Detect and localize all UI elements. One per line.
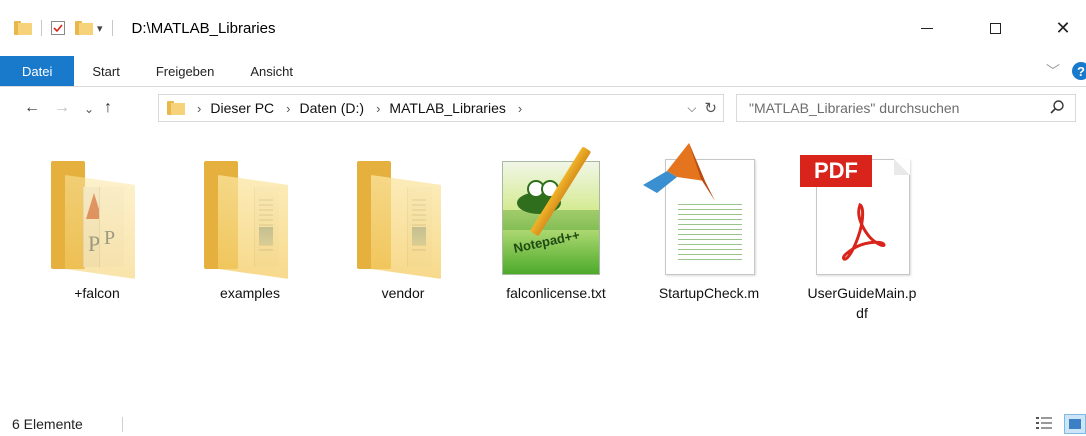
pdf-file-icon: PDF [792, 141, 932, 277]
list-item[interactable]: PDF UserGuideMain.p df [792, 141, 932, 323]
toolbar-divider [41, 20, 42, 36]
breadcrumb-separator-icon[interactable]: › [286, 101, 290, 116]
folder-icon [167, 101, 185, 115]
address-history-dropdown-icon[interactable]: ⌵ [687, 101, 696, 116]
item-name: StartupCheck.m [658, 285, 760, 301]
quick-access-toolbar: ▾ [14, 20, 122, 36]
list-item[interactable]: vendor [333, 141, 473, 303]
tab-start[interactable]: Start [74, 56, 137, 86]
close-button[interactable]: ✕ [1040, 0, 1086, 56]
item-name: UserGuideMain.p df [807, 285, 917, 321]
navigation-bar: ← → ⌄ ↑ › Dieser PC › Daten (D:) › MATLA… [0, 87, 1086, 131]
large-icons-view-icon[interactable] [1064, 414, 1086, 434]
notepadpp-logo-text: Notepad++ [512, 227, 582, 256]
window-controls: ✕ [904, 0, 1086, 56]
breadcrumb-daten-d[interactable]: Daten (D:) [299, 100, 364, 116]
help-icon[interactable]: ? [1072, 62, 1086, 80]
properties-check-icon[interactable] [51, 21, 65, 35]
ribbon-right-controls: ﹀ ? [1046, 56, 1086, 86]
list-item[interactable]: StartupCheck.m [639, 141, 779, 303]
back-button[interactable]: ← [24, 99, 40, 117]
list-item[interactable]: P P +falcon [27, 141, 167, 303]
maximize-icon [989, 22, 1001, 34]
folder-icon: P P [27, 141, 167, 279]
matlab-file-icon [639, 141, 779, 277]
address-bar-controls: ⌵ ↻ [687, 95, 723, 121]
item-name: falconlicense.txt [506, 285, 606, 301]
pdf-badge: PDF [800, 155, 872, 187]
breadcrumb-dieser-pc[interactable]: Dieser PC [210, 100, 274, 116]
details-view-icon[interactable] [1036, 416, 1052, 435]
maximize-button[interactable] [972, 0, 1018, 56]
item-count: 6 Elemente [12, 416, 83, 432]
ribbon-tabs: Datei Start Freigeben Ansicht ﹀ ? [0, 56, 1086, 87]
forward-button[interactable]: → [54, 99, 70, 117]
item-name: vendor [381, 285, 425, 301]
breadcrumb-separator-icon[interactable]: › [376, 101, 380, 116]
search-icon[interactable] [1049, 99, 1065, 120]
list-item[interactable]: Notepad++ falconlicense.txt [486, 141, 626, 303]
search-box[interactable] [736, 94, 1076, 122]
breadcrumb-separator-icon[interactable]: › [197, 101, 201, 116]
item-name: +falcon [74, 285, 120, 301]
new-folder-icon[interactable] [75, 21, 93, 35]
status-divider [122, 417, 123, 432]
explorer-window: ▾ D:\MATLAB_Libraries ✕ Datei Start Frei… [0, 0, 1086, 436]
folder-icon [14, 21, 32, 35]
search-input[interactable] [747, 99, 1041, 117]
folder-icon [333, 141, 473, 279]
toolbar-divider [111, 20, 113, 36]
customize-toolbar-dropdown-icon[interactable]: ▾ [97, 22, 103, 35]
tab-freigeben[interactable]: Freigeben [138, 56, 233, 86]
breadcrumb-separator-icon[interactable]: › [518, 101, 522, 116]
recent-locations-button[interactable]: ⌄ [84, 102, 94, 116]
item-name: examples [220, 285, 280, 301]
minimize-button[interactable] [904, 0, 950, 56]
close-icon: ✕ [1055, 17, 1071, 38]
breadcrumb-matlab-libraries[interactable]: MATLAB_Libraries [389, 100, 505, 116]
tab-ansicht[interactable]: Ansicht [232, 56, 311, 86]
window-title: D:\MATLAB_Libraries [131, 19, 276, 37]
folder-icon [180, 141, 320, 279]
status-bar: 6 Elemente [0, 411, 1086, 436]
minimize-icon [921, 27, 933, 29]
address-bar[interactable]: › Dieser PC › Daten (D:) › MATLAB_Librar… [158, 94, 724, 122]
list-item[interactable]: examples [180, 141, 320, 303]
title-bar: ▾ D:\MATLAB_Libraries ✕ [0, 0, 1086, 56]
tab-datei[interactable]: Datei [0, 56, 75, 86]
notepadpp-file-icon: Notepad++ [486, 141, 626, 277]
file-list: P P +falcon examples [0, 131, 1086, 411]
up-button[interactable]: ↑ [104, 99, 112, 117]
expand-ribbon-chevron-icon[interactable]: ﹀ [1046, 61, 1060, 81]
refresh-icon[interactable]: ↻ [704, 99, 717, 117]
